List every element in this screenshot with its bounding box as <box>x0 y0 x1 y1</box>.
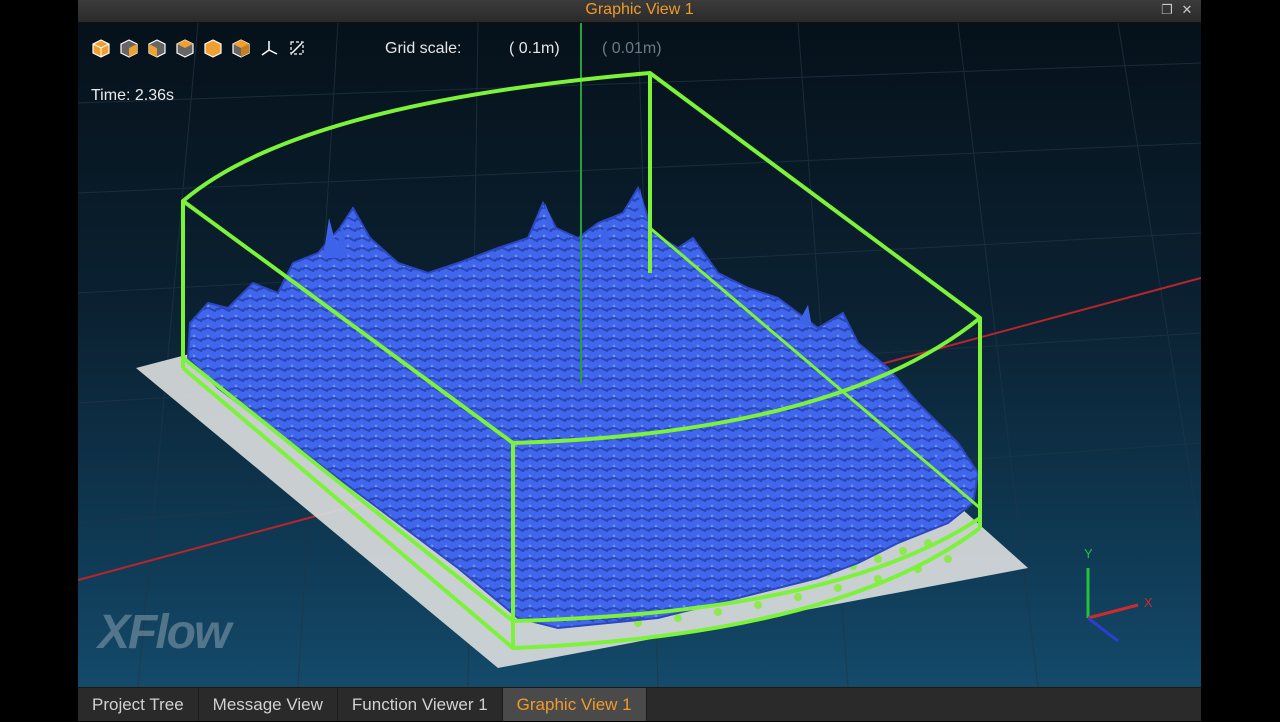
fit-view-icon[interactable] <box>286 37 308 59</box>
application-window: Graphic View 1 ❐ ✕ Y X Grid scale: (0.1… <box>78 0 1201 721</box>
axis-y-label: Y <box>1084 546 1093 561</box>
view-iso-icon[interactable] <box>90 37 112 59</box>
tab-message-view[interactable]: Message View <box>199 688 338 721</box>
window-title: Graphic View 1 <box>585 1 694 18</box>
graphic-viewport[interactable]: Y X Grid scale: (0.1m) (0.01m) Time: 2… <box>78 23 1201 687</box>
grid-scale-minor: ( 0.01m) <box>602 40 662 57</box>
view-right-icon[interactable] <box>202 37 224 59</box>
axes-icon[interactable] <box>258 37 280 59</box>
view-back-icon[interactable] <box>146 37 168 59</box>
grid-scale-label: Grid scale: <box>385 40 462 57</box>
tab-function-viewer[interactable]: Function Viewer 1 <box>338 688 503 721</box>
tab-graphic-view[interactable]: Graphic View 1 <box>502 688 647 721</box>
xflow-logo: XFlow <box>98 606 231 659</box>
view-top-icon[interactable] <box>230 37 252 59</box>
fluid-surface <box>186 185 980 630</box>
view-toolbar <box>90 37 308 59</box>
tab-project-tree[interactable]: Project Tree <box>78 688 199 721</box>
title-bar: Graphic View 1 ❐ ✕ <box>78 0 1201 23</box>
view-front-icon[interactable] <box>118 37 140 59</box>
axis-x-label: X <box>1144 595 1153 610</box>
simulation-scene: Y X <box>78 23 1201 687</box>
bottom-tab-bar: Project Tree Message View Function Viewe… <box>78 687 1201 721</box>
view-left-icon[interactable] <box>174 37 196 59</box>
axis-triad: Y X <box>1084 546 1153 643</box>
simulation-time: Time: 2.36s <box>91 87 174 104</box>
grid-scale-major: ( 0.1m) <box>509 40 560 57</box>
restore-icon[interactable]: ❐ <box>1159 2 1175 18</box>
close-icon[interactable]: ✕ <box>1179 2 1195 18</box>
